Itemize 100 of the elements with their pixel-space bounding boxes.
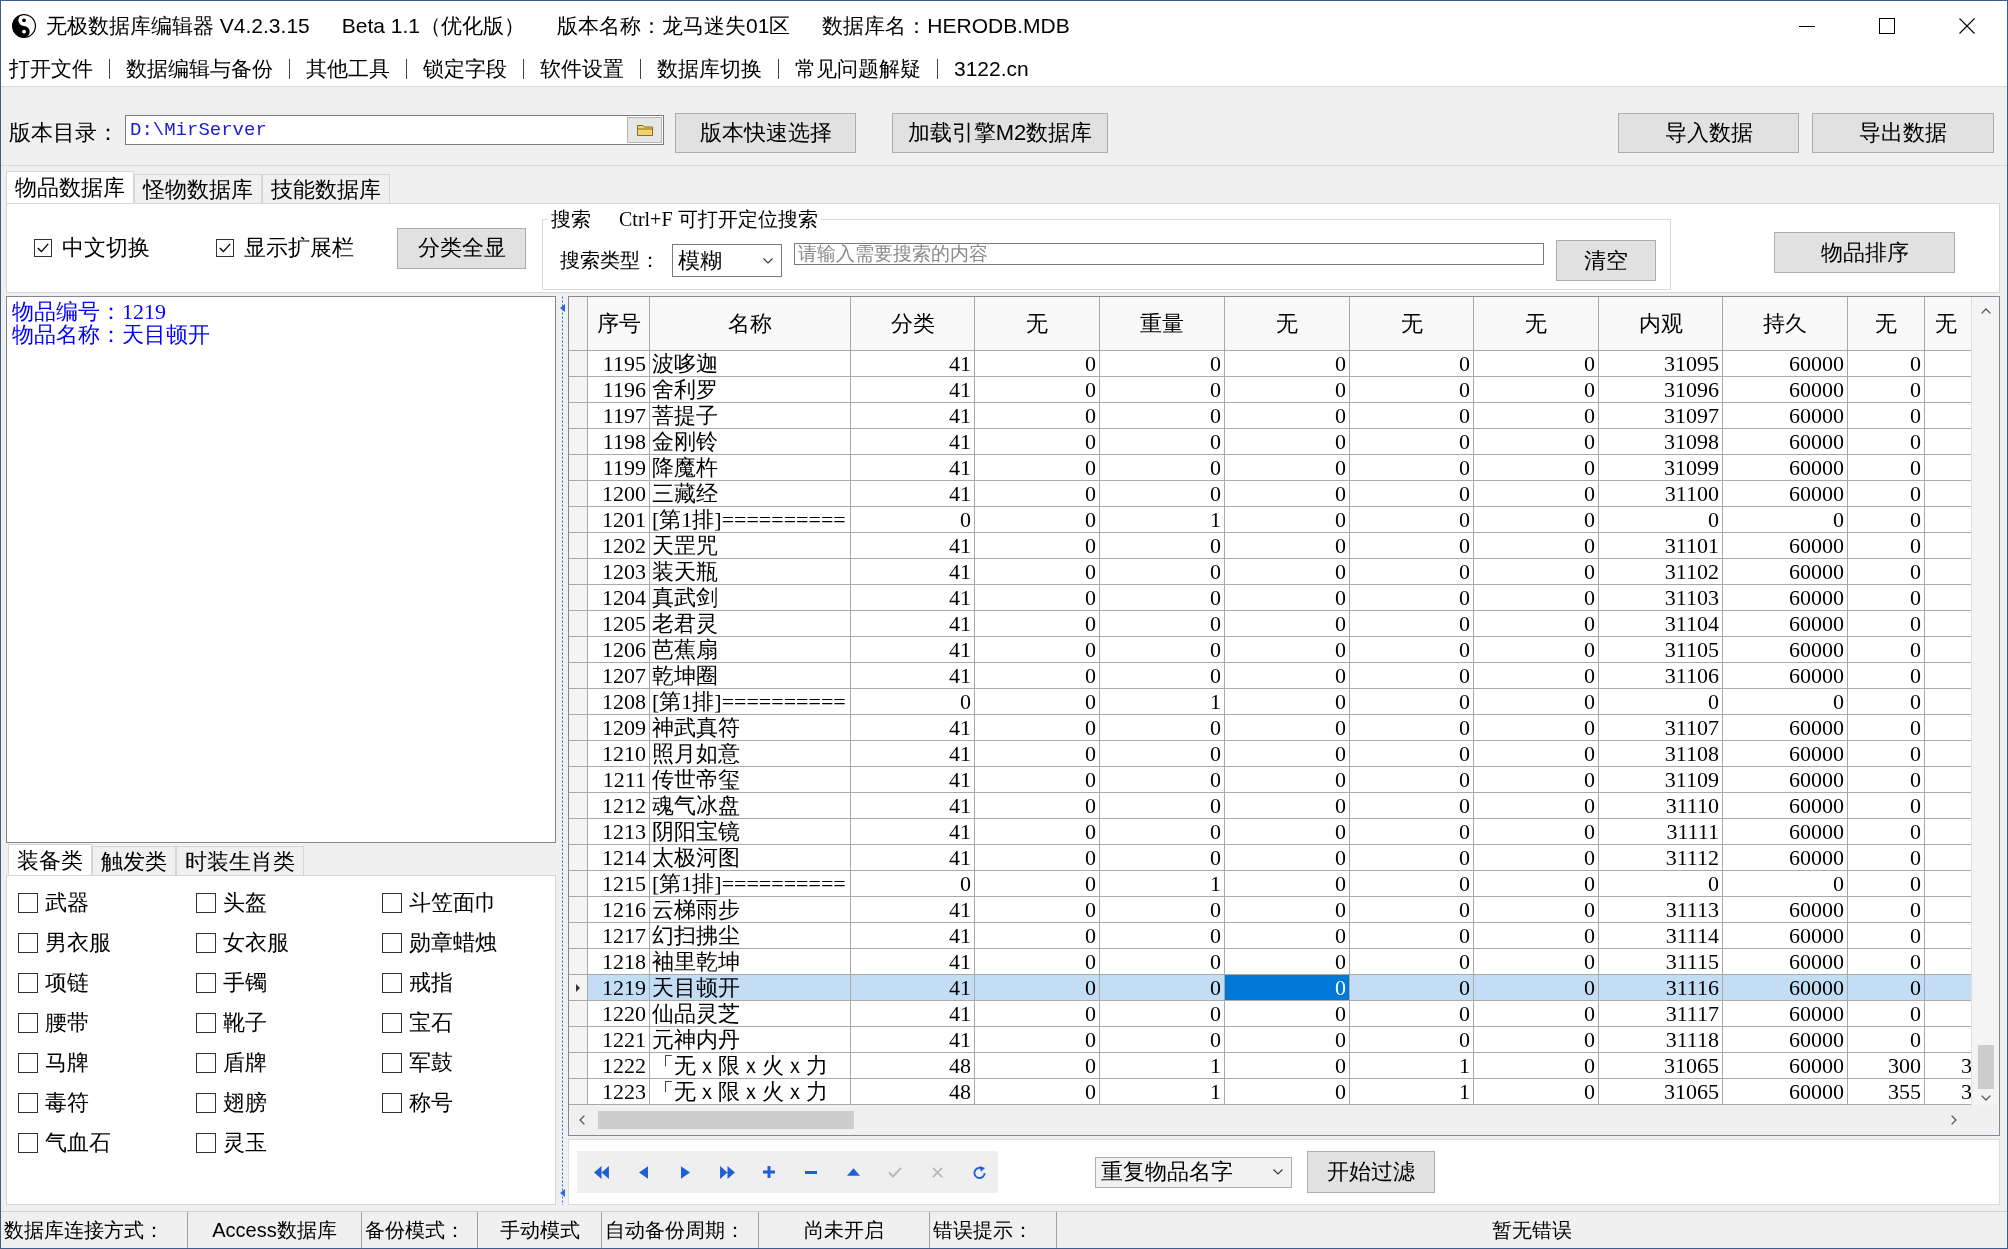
column-header[interactable]: 无 [1925,297,1971,351]
tab[interactable]: 怪物数据库 [134,174,262,203]
checkbox-label[interactable]: 靴子 [223,1008,267,1038]
tab[interactable]: 触发类 [92,846,176,875]
checkbox-label[interactable]: 男衣服 [45,928,111,958]
checkbox[interactable] [18,933,38,953]
checkbox[interactable] [196,933,216,953]
filter-dropdown[interactable]: 重复物品名字 [1095,1156,1292,1188]
close-icon[interactable] [1959,18,1975,34]
checkbox[interactable] [196,1013,216,1033]
left-triangle-icon[interactable] [638,1165,648,1179]
menu-item[interactable]: 打开文件 [9,54,93,83]
minimize-icon[interactable] [1799,25,1815,27]
checkbox[interactable] [382,973,402,993]
checkbox-label[interactable]: 女衣服 [223,928,289,958]
minus-icon[interactable] [805,1170,817,1174]
search-field[interactable]: 请输入需要搜索的内容 [794,243,1544,265]
maximize-icon[interactable] [1879,18,1895,34]
double-left-triangle-icon[interactable] [593,1165,609,1179]
chevron-up-icon[interactable] [1980,308,1991,314]
menu-item[interactable]: 数据编辑与备份 [126,54,273,83]
checkbox[interactable] [216,239,234,257]
sort-button[interactable]: 物品排序 [1774,232,1955,273]
checkbox[interactable] [18,1093,38,1113]
column-header[interactable]: 分类 [851,297,975,351]
import-button[interactable]: 导入数据 [1618,113,1799,153]
column-header[interactable]: 无 [1225,297,1350,351]
checkbox[interactable] [382,933,402,953]
tab[interactable]: 技能数据库 [262,174,390,203]
plus-icon[interactable] [763,1166,775,1178]
checkbox-label[interactable]: 盾牌 [223,1048,267,1078]
chevron-right-icon[interactable] [1951,1115,1957,1125]
checkbox-label[interactable]: 勋章蜡烛 [409,928,497,958]
checkbox-label[interactable]: 戒指 [409,968,453,998]
column-header[interactable]: 无 [1474,297,1599,351]
checkbox[interactable] [382,1013,402,1033]
checkbox-label[interactable]: 手镯 [223,968,267,998]
checkbox[interactable] [34,239,52,257]
checkbox[interactable] [196,893,216,913]
tab[interactable]: 装备类 [8,844,92,875]
checkbox-label[interactable]: 毒符 [45,1088,89,1118]
scrollbar-thumb[interactable] [1977,1045,1994,1089]
checkbox[interactable] [196,1093,216,1113]
tab[interactable]: 时装生肖类 [176,846,304,875]
menu-item[interactable]: 3122.cn [954,56,1029,81]
double-right-triangle-icon[interactable] [719,1165,735,1179]
menu-item[interactable]: 软件设置 [540,54,624,83]
scrollbar-thumb[interactable] [598,1111,854,1129]
column-header[interactable]: 无 [975,297,1100,351]
tab[interactable]: 物品数据库 [6,171,134,203]
version-select-button[interactable]: 版本快速选择 [675,113,856,153]
search-type-dropdown[interactable]: 模糊 [672,244,782,277]
menu-item[interactable]: 锁定字段 [423,54,507,83]
checkbox-label[interactable]: 中文切换 [62,233,150,263]
checkbox-label[interactable]: 马牌 [45,1048,89,1078]
column-header[interactable]: 序号 [588,297,650,351]
column-header[interactable]: 无 [1350,297,1474,351]
clear-button[interactable]: 清空 [1556,240,1656,281]
column-header[interactable]: 重量 [1100,297,1225,351]
menu-item[interactable]: 数据库切换 [657,54,762,83]
column-header[interactable]: 持久 [1723,297,1848,351]
chevron-left-icon[interactable] [579,1115,585,1125]
horizontal-scrollbar[interactable] [569,1105,1971,1135]
checkbox[interactable] [196,1133,216,1153]
checkbox-label[interactable]: 气血石 [45,1128,111,1158]
checkbox[interactable] [18,1133,38,1153]
column-header[interactable]: 无 [1848,297,1925,351]
column-header[interactable]: 名称 [650,297,851,351]
checkbox[interactable] [382,1093,402,1113]
right-triangle-icon[interactable] [680,1165,690,1179]
checkbox[interactable] [18,973,38,993]
up-triangle-icon[interactable] [846,1168,860,1176]
vertical-scrollbar[interactable] [1971,297,1999,1105]
chevron-down-icon[interactable] [1980,1095,1991,1101]
path-field[interactable]: D:\MirServer [125,115,664,145]
filter-button[interactable]: 开始过滤 [1307,1151,1435,1193]
export-button[interactable]: 导出数据 [1812,113,1994,153]
checkbox-label[interactable]: 军鼓 [409,1048,453,1078]
row-selector[interactable] [569,975,588,1001]
checkbox-label[interactable]: 灵玉 [223,1128,267,1158]
checkbox[interactable] [382,1053,402,1073]
menu-item[interactable]: 其他工具 [306,54,390,83]
checkbox-label[interactable]: 武器 [45,888,89,918]
refresh-icon[interactable] [972,1165,986,1179]
checkbox-label[interactable]: 宝石 [409,1008,453,1038]
checkbox[interactable] [18,1013,38,1033]
checkbox[interactable] [382,893,402,913]
checkbox[interactable] [196,1053,216,1073]
checkbox[interactable] [196,973,216,993]
show-all-button[interactable]: 分类全显 [397,227,526,269]
menu-item[interactable]: 常见问题解疑 [795,54,921,83]
checkbox-label[interactable]: 项链 [45,968,89,998]
checkbox-label[interactable]: 腰带 [45,1008,89,1038]
column-header[interactable]: 内观 [1599,297,1723,351]
checkbox-label[interactable]: 斗笠面巾 [409,888,497,918]
checkbox[interactable] [18,893,38,913]
browse-button[interactable] [627,117,662,143]
checkbox[interactable] [18,1053,38,1073]
checkbox-label[interactable]: 称号 [409,1088,453,1118]
checkbox-label[interactable]: 头盔 [223,888,267,918]
